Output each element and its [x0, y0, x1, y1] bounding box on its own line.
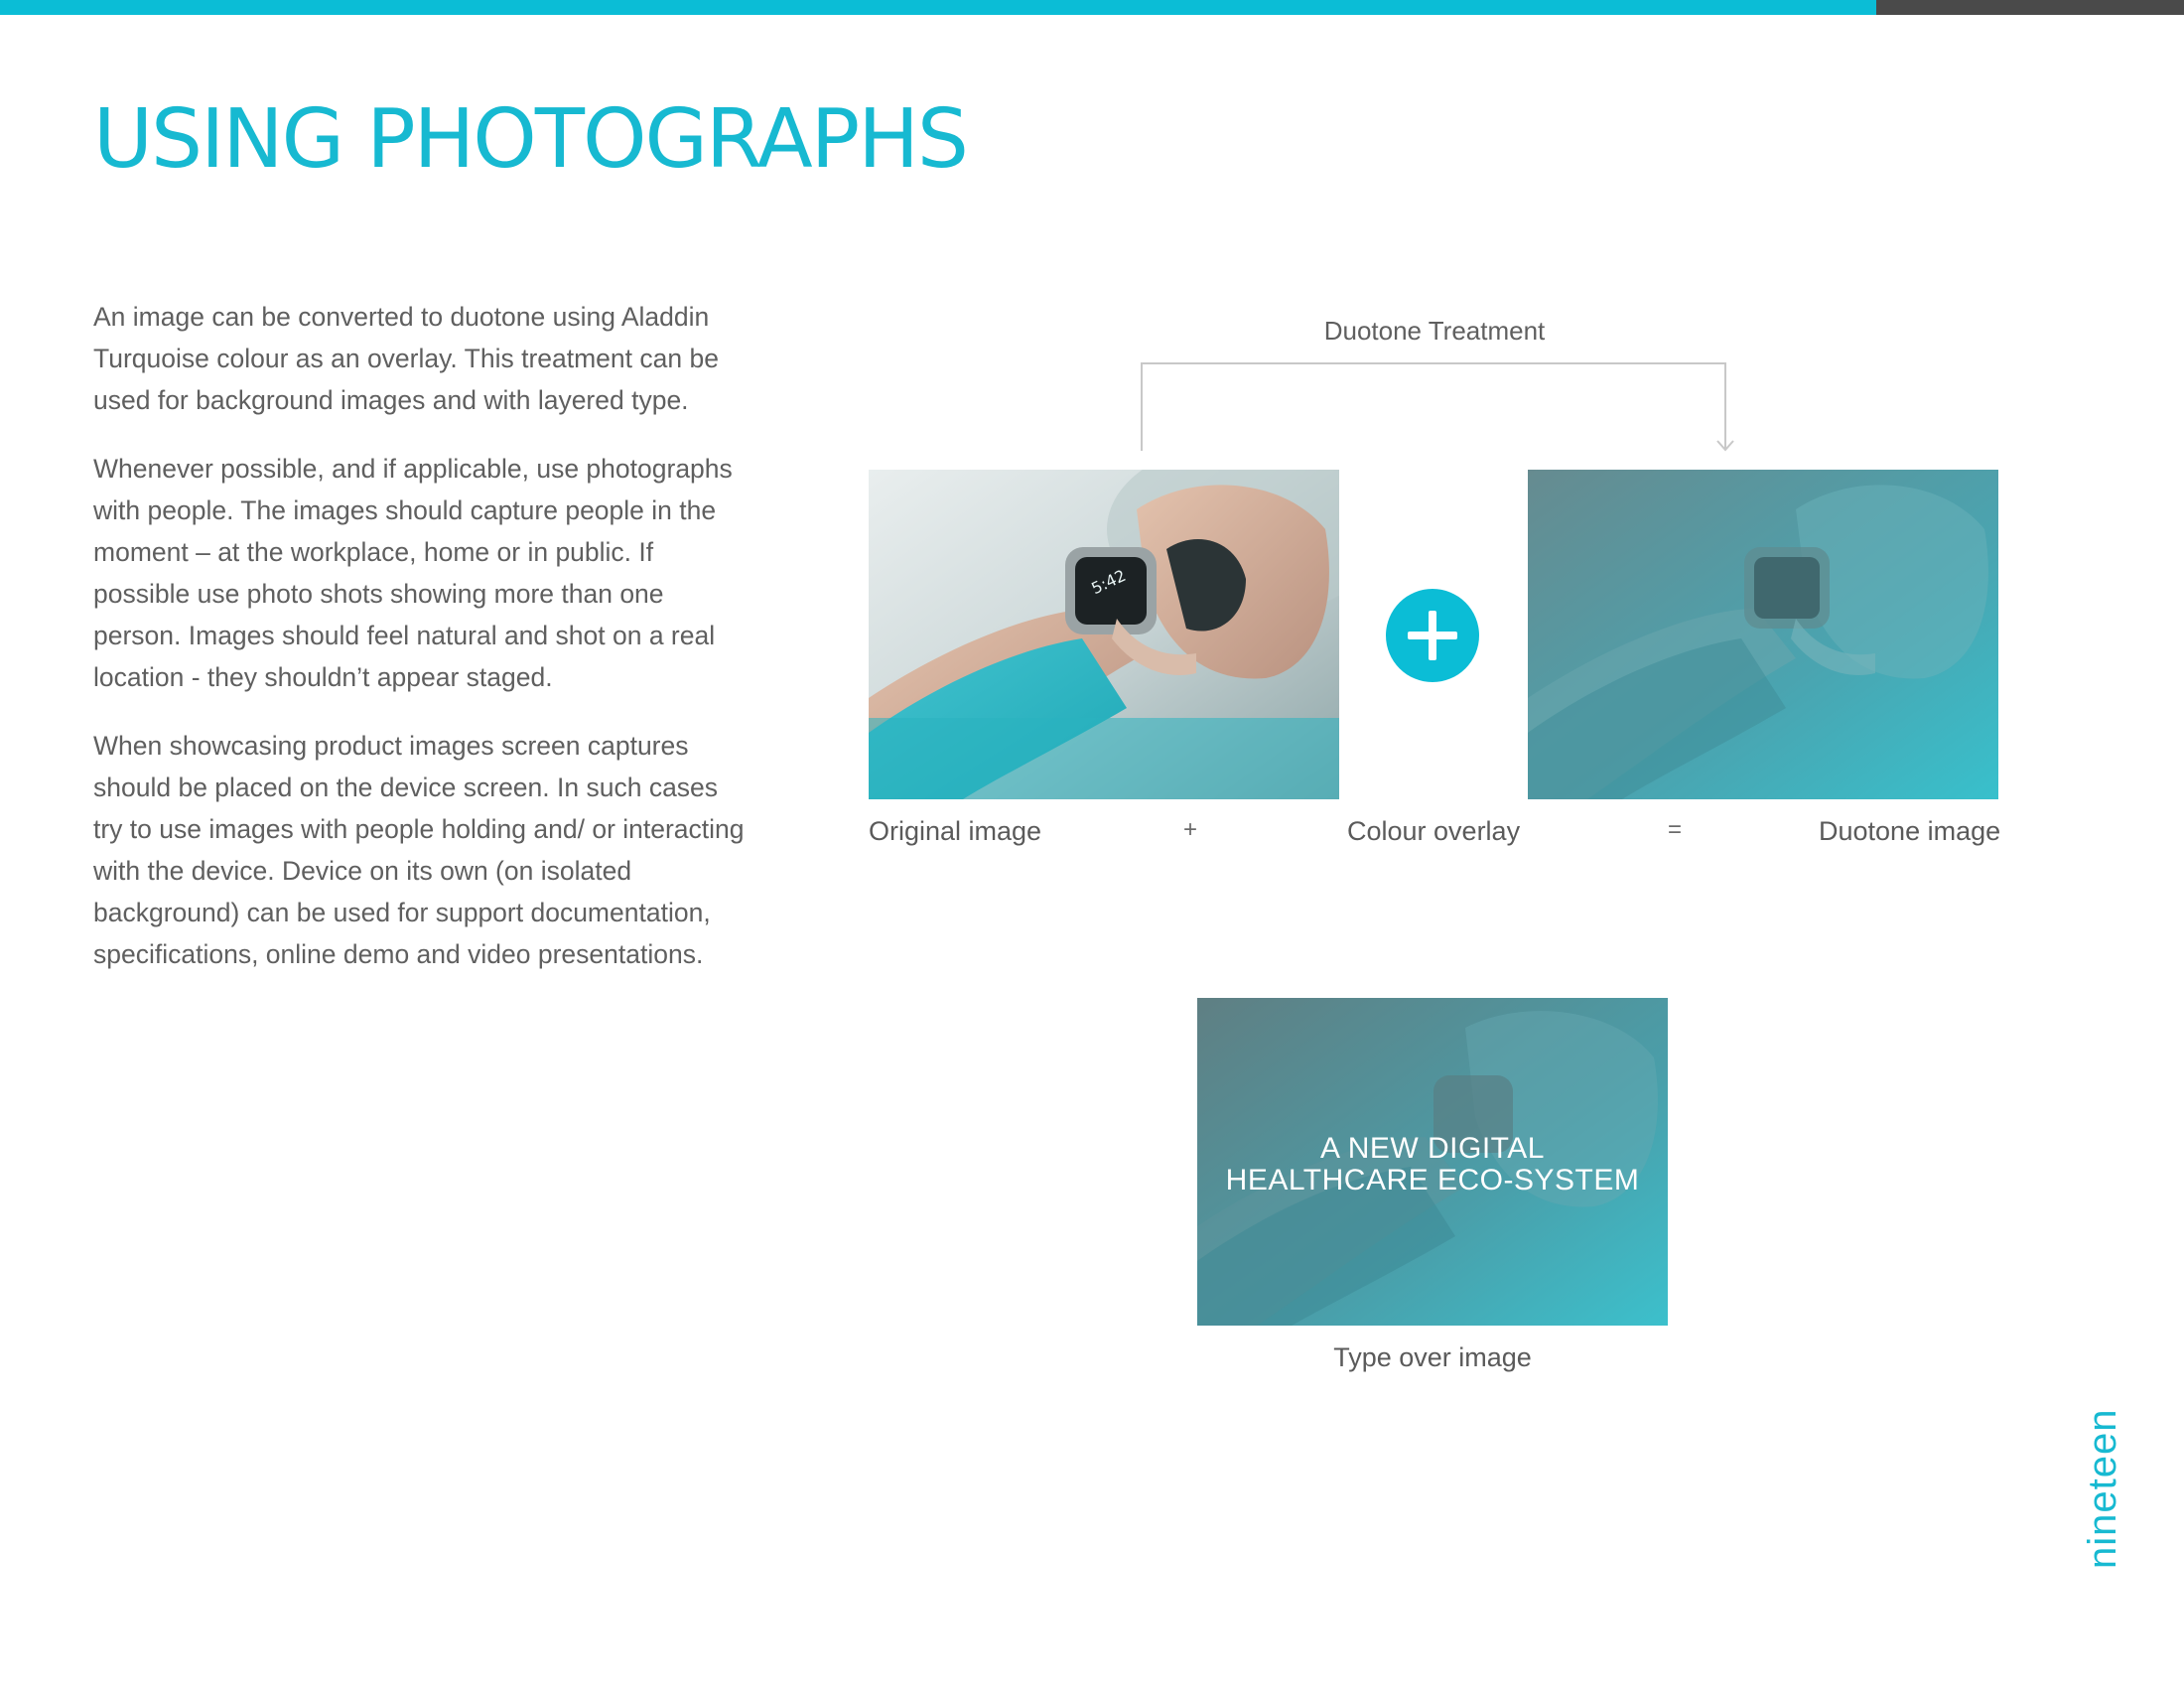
equals-operator: = [1668, 816, 1683, 843]
page-number-label: nineteen [2081, 1408, 2124, 1569]
paragraph-duotone: An image can be converted to duotone usi… [93, 302, 719, 415]
body-copy: An image can be converted to duotone usi… [93, 296, 749, 1002]
overlay-headline: A NEW DIGITAL HEALTHCARE ECO-SYSTEM [1197, 1133, 1668, 1196]
type-over-image: A NEW DIGITAL HEALTHCARE ECO-SYSTEM [1197, 998, 1668, 1326]
original-image: 5:42 [869, 470, 1339, 799]
caption-duotone-image: Duotone image [1819, 816, 2001, 846]
plus-operator: + [1183, 816, 1198, 843]
top-dark-bar [1876, 0, 2184, 15]
caption-colour-overlay: Colour overlay [1347, 816, 1521, 846]
duotone-bracket [1141, 362, 1734, 452]
paragraph-product: When showcasing product images screen ca… [93, 731, 745, 969]
plus-icon [1386, 589, 1479, 682]
paragraph-people: Whenever possible, and if applicable, us… [93, 454, 733, 692]
duotone-treatment-label: Duotone Treatment [1323, 316, 1546, 346]
caption-type-over-image: Type over image [1333, 1342, 1532, 1372]
caption-original-image: Original image [869, 816, 1042, 846]
top-accent-bar [0, 0, 1876, 15]
overlay-headline-line-2: HEALTHCARE ECO-SYSTEM [1225, 1164, 1640, 1196]
duotone-image [1528, 470, 1998, 799]
overlay-headline-line-1: A NEW DIGITAL [1320, 1132, 1545, 1165]
page-title: USING PHOTOGRAPHS [93, 92, 969, 187]
